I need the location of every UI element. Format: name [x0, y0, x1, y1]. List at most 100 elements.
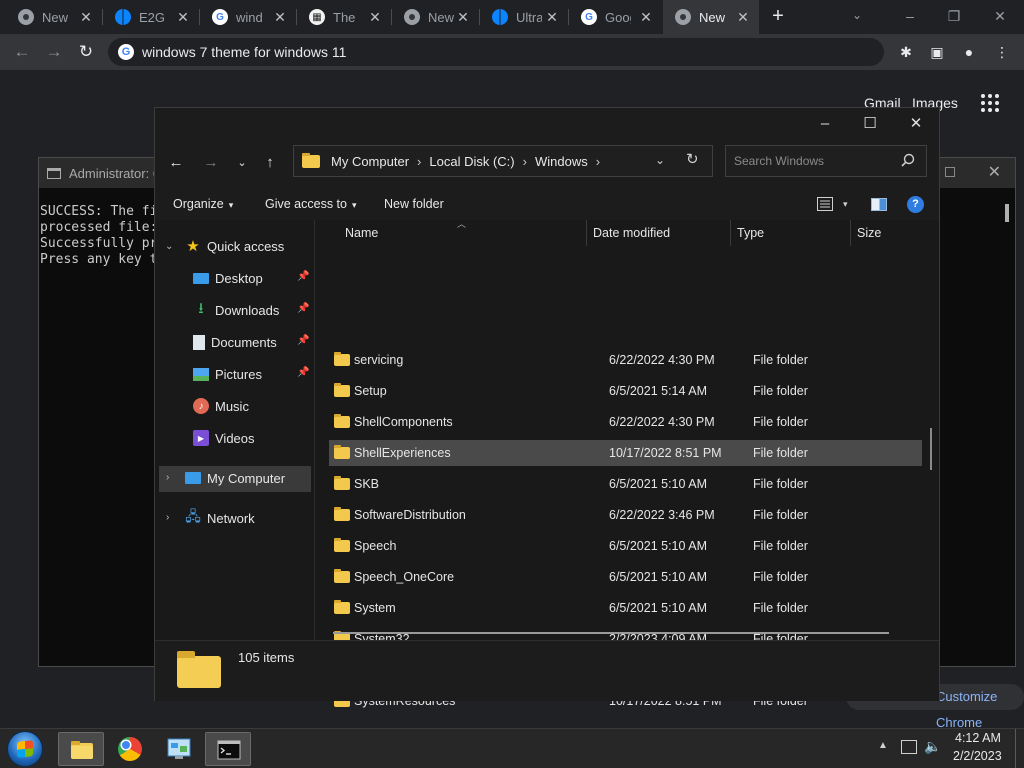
- breadcrumb-my-computer[interactable]: My Computer: [331, 154, 409, 169]
- chevron-right-icon[interactable]: ›: [166, 512, 169, 523]
- column-divider[interactable]: [730, 220, 731, 246]
- column-header-date[interactable]: Date modified: [593, 226, 670, 240]
- nav-quick-access[interactable]: ★ Quick access: [185, 234, 284, 258]
- taskbar-control-panel[interactable]: [156, 732, 202, 766]
- preview-pane-icon[interactable]: [871, 198, 887, 211]
- tab-new-tab-1[interactable]: New Tab ✕: [6, 0, 102, 34]
- column-header-name[interactable]: Name: [345, 226, 378, 240]
- organize-button[interactable]: Organize ▾: [173, 197, 233, 211]
- close-icon[interactable]: ✕: [175, 9, 191, 25]
- chevron-right-icon[interactable]: ›: [523, 154, 527, 169]
- close-icon[interactable]: ✕: [367, 9, 383, 25]
- table-row[interactable]: SoftwareDistribution 6/22/2022 3:46 PM Fil…: [329, 502, 922, 528]
- close-icon[interactable]: ✕: [988, 162, 1001, 182]
- taskbar-chrome[interactable]: [107, 732, 153, 766]
- close-icon[interactable]: ✕: [735, 9, 751, 25]
- profile-icon[interactable]: ●: [957, 40, 981, 64]
- close-icon[interactable]: ✕: [638, 9, 654, 25]
- close-icon[interactable]: ✕: [896, 112, 936, 136]
- column-header-type[interactable]: Type: [737, 226, 764, 240]
- side-panel-icon[interactable]: ▣: [925, 40, 949, 64]
- nav-network[interactable]: 🖧 Network: [185, 506, 255, 530]
- breadcrumb-windows[interactable]: Windows: [535, 154, 588, 169]
- network-status-icon[interactable]: [901, 740, 917, 754]
- forward-button[interactable]: →: [42, 40, 66, 64]
- table-row[interactable]: Speech_OneCore 6/5/2021 5:10 AM File folde…: [329, 564, 922, 590]
- show-desktop-button[interactable]: [1015, 729, 1016, 768]
- restore-icon[interactable]: ❐: [942, 4, 966, 28]
- pin-icon[interactable]: 📌: [297, 271, 309, 282]
- explorer-window[interactable]: – ☐ ✕ ← → ⌄ ↑ My Computer › Local Disk (…: [154, 107, 940, 708]
- tab-windows-search[interactable]: G windows ✕: [200, 0, 296, 34]
- show-hidden-icons[interactable]: ▲: [878, 740, 888, 751]
- minimize-icon[interactable]: –: [805, 112, 845, 136]
- table-row[interactable]: SKB 6/5/2021 5:10 AM File folder: [329, 471, 922, 497]
- chevron-right-icon[interactable]: ›: [166, 472, 169, 483]
- start-button[interactable]: [8, 732, 42, 766]
- column-divider[interactable]: [586, 220, 587, 246]
- menu-icon[interactable]: ⋮: [990, 40, 1014, 64]
- horizontal-scrollbar[interactable]: [333, 632, 889, 634]
- recent-locations-icon[interactable]: ⌄: [231, 152, 253, 174]
- up-button[interactable]: ↑: [259, 152, 281, 174]
- chevron-down-icon[interactable]: ⌄: [655, 153, 665, 167]
- back-button[interactable]: ←: [165, 152, 187, 174]
- google-apps-icon[interactable]: [981, 94, 999, 112]
- view-icon[interactable]: [817, 197, 833, 211]
- minimize-icon[interactable]: –: [898, 4, 922, 28]
- extensions-icon[interactable]: ✱: [894, 40, 918, 64]
- give-access-button[interactable]: Give access to ▾: [265, 197, 357, 211]
- refresh-icon[interactable]: ↻: [686, 150, 699, 168]
- tab-search-icon[interactable]: ⌄: [852, 8, 862, 22]
- tab-google[interactable]: G Google ✕: [569, 0, 662, 34]
- chevron-right-icon[interactable]: ›: [417, 154, 421, 169]
- help-icon[interactable]: ?: [907, 196, 924, 213]
- tab-the-p[interactable]: ▦ The P ✕: [297, 0, 391, 34]
- tab-new-tab-active[interactable]: New Tab ✕: [663, 0, 759, 34]
- tab-new-tab-2[interactable]: New Tab ✕: [392, 0, 479, 34]
- clock-date[interactable]: 2/2/2023: [953, 749, 1002, 763]
- table-row[interactable]: ShellExperiences 10/17/2022 8:51 PM File f…: [329, 440, 922, 466]
- chevron-right-icon[interactable]: ›: [596, 154, 600, 169]
- pin-icon[interactable]: 📌: [297, 303, 309, 314]
- reload-button[interactable]: ↻: [74, 40, 98, 64]
- breadcrumb-local-disk[interactable]: Local Disk (C:): [429, 154, 514, 169]
- table-row[interactable]: Setup 6/5/2021 5:14 AM File folder: [329, 378, 922, 404]
- new-tab-button[interactable]: +: [767, 6, 789, 28]
- maximize-icon[interactable]: [945, 167, 955, 177]
- nav-my-computer[interactable]: My Computer: [185, 466, 285, 490]
- tab-ultra[interactable]: Ultra ✕: [480, 0, 568, 34]
- clock-time[interactable]: 4:12 AM: [955, 731, 1001, 745]
- close-icon[interactable]: ✕: [78, 9, 94, 25]
- maximize-icon[interactable]: ☐: [850, 112, 890, 136]
- taskbar-command-prompt[interactable]: [205, 732, 251, 766]
- breadcrumb[interactable]: My Computer › Local Disk (C:) › Windows …: [293, 145, 713, 177]
- chevron-down-icon[interactable]: ⌄: [165, 241, 173, 252]
- cmd-scrollbar[interactable]: [1005, 204, 1009, 222]
- chevron-down-icon[interactable]: ▾: [843, 199, 848, 210]
- table-row[interactable]: System 6/5/2021 5:10 AM File folder: [329, 595, 922, 621]
- close-icon[interactable]: ✕: [455, 9, 471, 25]
- pin-icon[interactable]: 📌: [297, 367, 309, 378]
- forward-button[interactable]: →: [200, 152, 222, 174]
- close-icon[interactable]: ✕: [544, 9, 560, 25]
- tab-e2guide[interactable]: E2Guide ✕: [103, 0, 199, 34]
- volume-icon[interactable]: 🔈: [924, 738, 941, 755]
- vertical-scrollbar[interactable]: [930, 428, 932, 470]
- back-button[interactable]: ←: [10, 40, 34, 64]
- new-folder-button[interactable]: New folder: [384, 197, 444, 211]
- close-icon[interactable]: ✕: [272, 9, 288, 25]
- table-row[interactable]: Speech 6/5/2021 5:10 AM File folder: [329, 533, 922, 559]
- table-row[interactable]: servicing 6/22/2022 4:30 PM File folder: [329, 347, 922, 373]
- pin-icon[interactable]: 📌: [297, 335, 309, 346]
- table-row[interactable]: ShellComponents 6/22/2022 4:30 PM File fol…: [329, 409, 922, 435]
- taskbar-explorer[interactable]: [58, 732, 104, 766]
- address-bar[interactable]: G windows 7 theme for windows 11: [108, 38, 884, 66]
- nav-videos[interactable]: ▶ Videos: [193, 426, 255, 450]
- search-icon[interactable]: [901, 153, 915, 167]
- column-divider[interactable]: [850, 220, 851, 246]
- close-window-icon[interactable]: ✕: [988, 4, 1012, 28]
- search-input[interactable]: Search Windows: [725, 145, 927, 177]
- nav-music[interactable]: ♪ Music: [193, 394, 249, 418]
- column-header-size[interactable]: Size: [857, 226, 881, 240]
